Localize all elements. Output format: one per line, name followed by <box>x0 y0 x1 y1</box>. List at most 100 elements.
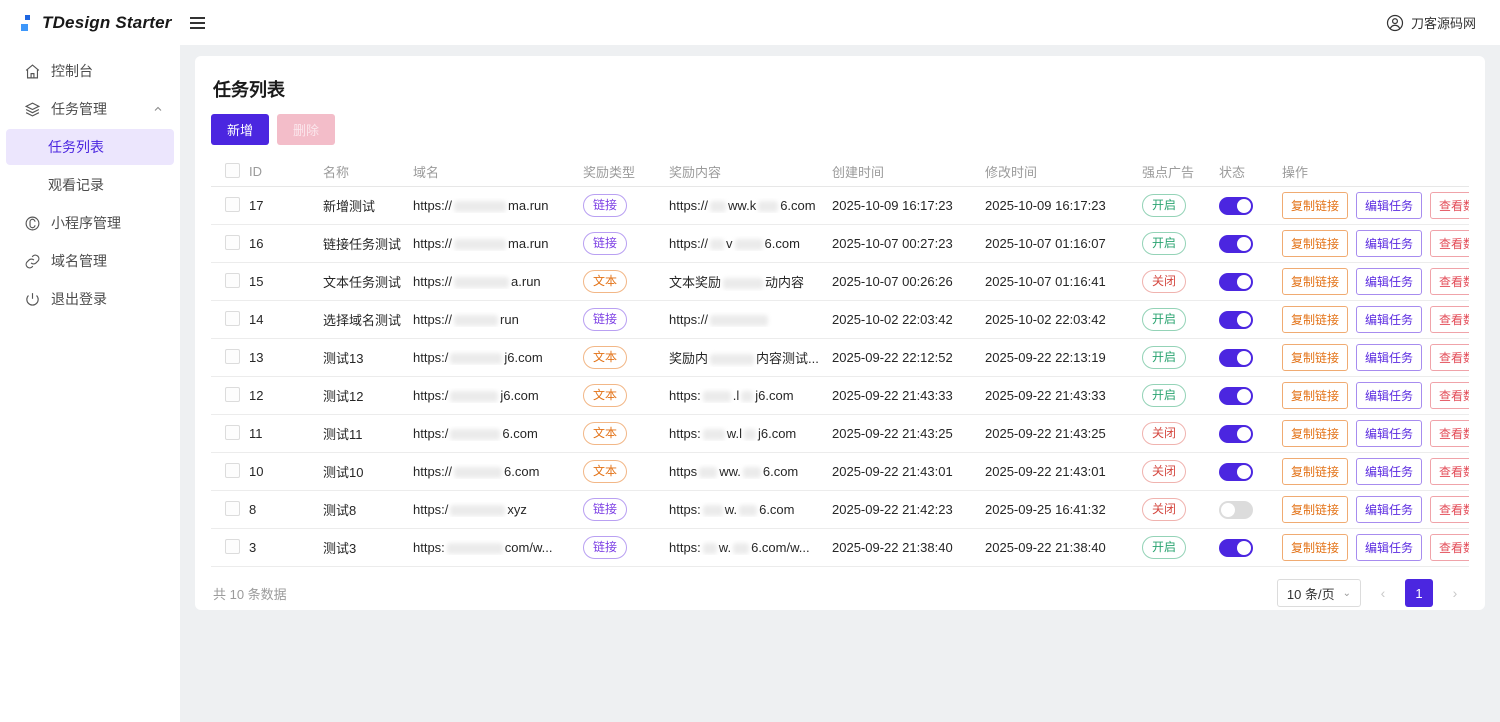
view-data-button[interactable]: 查看数据 <box>1430 534 1469 561</box>
status-toggle[interactable] <box>1219 425 1253 443</box>
cell-reward-content: https:w.6.com/w... <box>669 540 832 555</box>
cell-name: 文本任务测试 <box>323 272 413 291</box>
row-checkbox[interactable] <box>225 501 240 516</box>
reward-type-tag: 文本 <box>583 270 627 293</box>
cell-reward-content: 奖励内内容测试... <box>669 348 832 367</box>
view-data-button[interactable]: 查看数据 <box>1430 420 1469 447</box>
status-toggle[interactable] <box>1219 197 1253 215</box>
cell-name: 选择域名测试 <box>323 310 413 329</box>
sidebar-item-task-list[interactable]: 任务列表 <box>6 129 174 165</box>
user-menu[interactable]: 刀客源码网 <box>1386 13 1476 32</box>
cell-domain: https://ma.run <box>413 198 583 213</box>
edit-task-button[interactable]: 编辑任务 <box>1356 230 1422 257</box>
cell-created-time: 2025-09-22 21:43:33 <box>832 388 985 403</box>
view-data-button[interactable]: 查看数据 <box>1430 192 1469 219</box>
cell-actions: 复制链接编辑任务查看数据 <box>1282 192 1469 219</box>
row-checkbox[interactable] <box>225 273 240 288</box>
copy-link-button[interactable]: 复制链接 <box>1282 192 1348 219</box>
redacted-blur <box>710 354 754 365</box>
delete-button[interactable]: 删除 <box>277 114 335 145</box>
sidebar-item-miniprogram[interactable]: 小程序管理 <box>6 205 174 241</box>
row-checkbox[interactable] <box>225 235 240 250</box>
app-logo[interactable]: TDesign Starter <box>18 11 172 35</box>
row-checkbox[interactable] <box>225 197 240 212</box>
row-checkbox[interactable] <box>225 463 240 478</box>
cell-domain: https://ma.run <box>413 236 583 251</box>
task-list-card: 任务列表 新增 删除 ID 名称 域名 奖励类型 奖励内容 创建时间 修改时间 … <box>195 56 1485 610</box>
edit-task-button[interactable]: 编辑任务 <box>1356 344 1422 371</box>
copy-link-button[interactable]: 复制链接 <box>1282 420 1348 447</box>
redacted-blur <box>450 505 505 516</box>
view-data-button[interactable]: 查看数据 <box>1430 496 1469 523</box>
edit-task-button[interactable]: 编辑任务 <box>1356 192 1422 219</box>
sidebar-item-domain-management[interactable]: 域名管理 <box>6 243 174 279</box>
status-toggle[interactable] <box>1219 235 1253 253</box>
status-toggle[interactable] <box>1219 501 1253 519</box>
cell-reward-content: httpsww.6.com <box>669 464 832 479</box>
view-data-button[interactable]: 查看数据 <box>1430 268 1469 295</box>
menu-collapse-icon[interactable] <box>186 13 209 33</box>
chevron-down-icon: ⌄ <box>1343 588 1351 599</box>
view-data-button[interactable]: 查看数据 <box>1430 382 1469 409</box>
row-checkbox[interactable] <box>225 387 240 402</box>
edit-task-button[interactable]: 编辑任务 <box>1356 496 1422 523</box>
copy-link-button[interactable]: 复制链接 <box>1282 496 1348 523</box>
row-checkbox[interactable] <box>225 425 240 440</box>
cell-domain: https:/xyz <box>413 502 583 517</box>
redacted-blur <box>454 239 506 250</box>
cell-reward-content: 文本奖励动内容 <box>669 272 832 291</box>
row-checkbox[interactable] <box>225 349 240 364</box>
edit-task-button[interactable]: 编辑任务 <box>1356 382 1422 409</box>
edit-task-button[interactable]: 编辑任务 <box>1356 268 1422 295</box>
copy-link-button[interactable]: 复制链接 <box>1282 306 1348 333</box>
redacted-blur <box>454 277 509 288</box>
row-checkbox[interactable] <box>225 311 240 326</box>
current-page-button[interactable]: 1 <box>1405 579 1433 607</box>
add-button[interactable]: 新增 <box>211 114 269 145</box>
sidebar-item-dashboard[interactable]: 控制台 <box>6 53 174 89</box>
cell-domain: https://run <box>413 312 583 327</box>
select-all-checkbox[interactable] <box>225 163 240 178</box>
cell-id: 8 <box>249 502 323 517</box>
status-toggle[interactable] <box>1219 273 1253 291</box>
prev-page-button[interactable]: ‹ <box>1371 585 1395 601</box>
edit-task-button[interactable]: 编辑任务 <box>1356 534 1422 561</box>
sidebar-item-task-management[interactable]: 任务管理 <box>6 91 174 127</box>
ad-status-tag: 关闭 <box>1142 498 1186 521</box>
redacted-blur <box>447 543 503 554</box>
redacted-blur <box>735 239 763 250</box>
redacted-blur <box>710 201 726 212</box>
col-header-modified: 修改时间 <box>985 162 1142 181</box>
app-icon <box>24 215 41 232</box>
view-data-button[interactable]: 查看数据 <box>1430 458 1469 485</box>
status-toggle[interactable] <box>1219 463 1253 481</box>
status-toggle[interactable] <box>1219 311 1253 329</box>
copy-link-button[interactable]: 复制链接 <box>1282 458 1348 485</box>
edit-task-button[interactable]: 编辑任务 <box>1356 458 1422 485</box>
next-page-button[interactable]: › <box>1443 585 1467 601</box>
cell-actions: 复制链接编辑任务查看数据 <box>1282 382 1469 409</box>
cell-reward-content: https:w.6.com <box>669 502 832 517</box>
copy-link-button[interactable]: 复制链接 <box>1282 534 1348 561</box>
sidebar: 控制台 任务管理 任务列表 观看记录 小程序管理 域名管理 退出登录 <box>0 45 180 722</box>
row-checkbox[interactable] <box>225 539 240 554</box>
cell-created-time: 2025-09-22 21:42:23 <box>832 502 985 517</box>
view-data-button[interactable]: 查看数据 <box>1430 230 1469 257</box>
status-toggle[interactable] <box>1219 387 1253 405</box>
copy-link-button[interactable]: 复制链接 <box>1282 382 1348 409</box>
cell-id: 3 <box>249 540 323 555</box>
sidebar-item-watch-records[interactable]: 观看记录 <box>6 167 174 203</box>
view-data-button[interactable]: 查看数据 <box>1430 344 1469 371</box>
edit-task-button[interactable]: 编辑任务 <box>1356 420 1422 447</box>
copy-link-button[interactable]: 复制链接 <box>1282 268 1348 295</box>
page-size-select[interactable]: 10 条/页 ⌄ <box>1277 579 1361 607</box>
sidebar-item-logout[interactable]: 退出登录 <box>6 281 174 317</box>
edit-task-button[interactable]: 编辑任务 <box>1356 306 1422 333</box>
status-toggle[interactable] <box>1219 349 1253 367</box>
copy-link-button[interactable]: 复制链接 <box>1282 344 1348 371</box>
copy-link-button[interactable]: 复制链接 <box>1282 230 1348 257</box>
status-toggle[interactable] <box>1219 539 1253 557</box>
cell-created-time: 2025-09-22 21:43:25 <box>832 426 985 441</box>
view-data-button[interactable]: 查看数据 <box>1430 306 1469 333</box>
link-icon <box>24 253 41 270</box>
